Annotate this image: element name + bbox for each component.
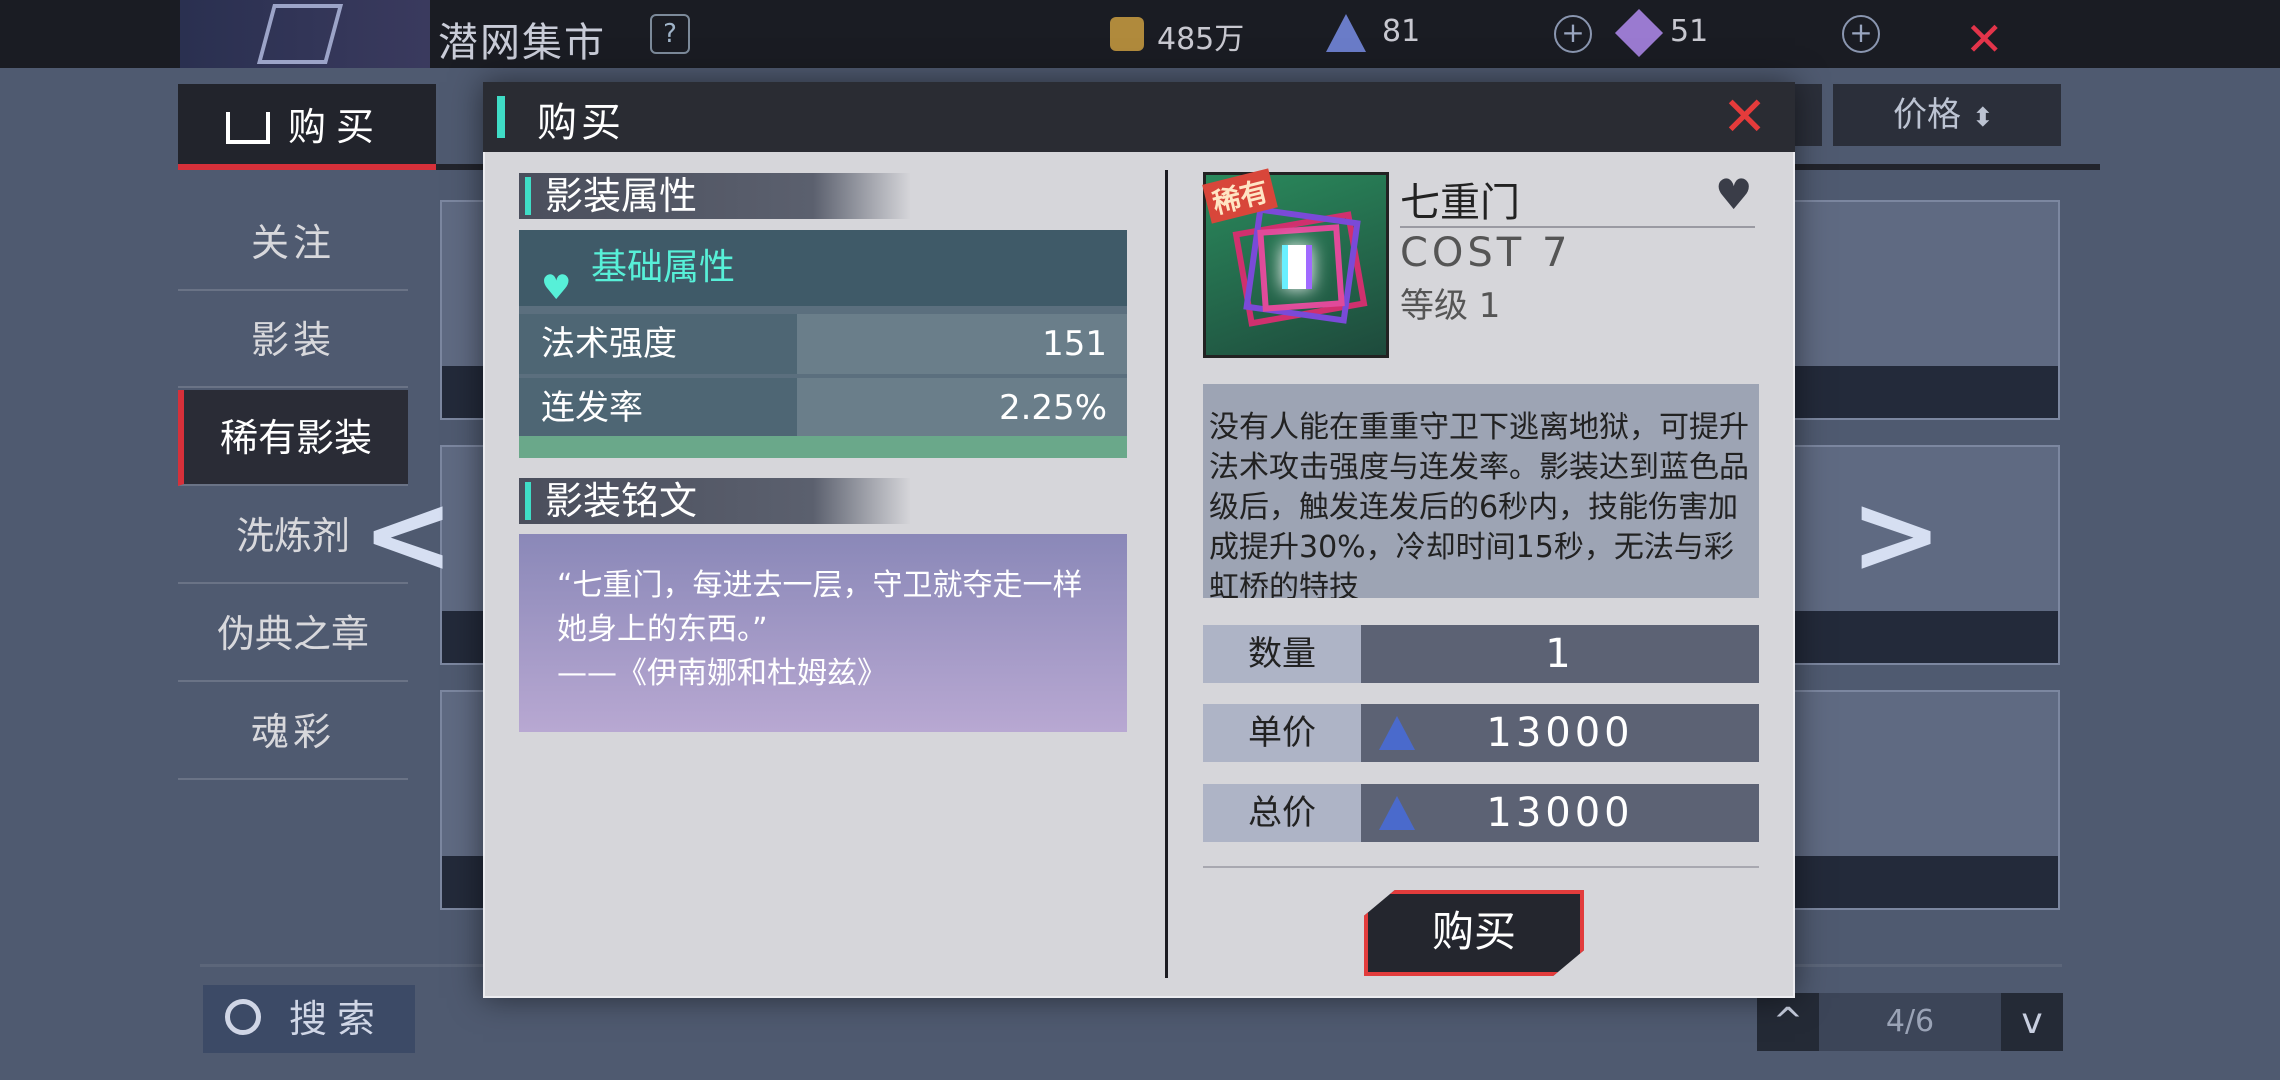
inscription-quote: “七重门，每进去一层，守卫就夺走一样她身上的东西。” xyxy=(557,568,1083,647)
sidebar-item-soul-color[interactable]: 魂彩 xyxy=(178,684,408,780)
attribute-row: 法术强度 151 xyxy=(519,314,1127,374)
section-accent xyxy=(525,482,531,520)
inscription-section-header: 影装铭文 xyxy=(519,478,1009,524)
attribute-row: 连发率 2.25% xyxy=(519,378,1127,438)
price-sort-button[interactable]: 价格 ⬍ xyxy=(1833,84,2061,146)
item-core-glow xyxy=(1282,245,1312,289)
header-accent xyxy=(497,96,505,138)
add-crystal-button[interactable]: + xyxy=(1554,15,1592,53)
search-label: 搜索 xyxy=(289,997,386,1041)
gold-coin-icon xyxy=(1110,17,1144,51)
quantity-field[interactable]: 1 xyxy=(1361,625,1759,683)
item-description[interactable]: 没有人能在重重守卫下逃离地狱，可提升法术攻击强度与连发率。影装达到蓝色品级后，触… xyxy=(1203,384,1759,598)
search-icon xyxy=(225,999,261,1035)
page-down-button[interactable]: v xyxy=(2001,993,2063,1051)
item-name-rule xyxy=(1400,226,1755,228)
unit-price-value: 13000 xyxy=(1361,704,1759,762)
sidebar-item-follow[interactable]: 关注 xyxy=(178,195,408,291)
buy-button[interactable]: 购买 xyxy=(1364,890,1584,976)
dialog-header xyxy=(483,82,1795,152)
item-cost: COST 7 xyxy=(1400,230,1572,276)
tab-buy-label: 购买 xyxy=(288,105,385,149)
attribute-value: 2.25% xyxy=(797,378,1127,438)
search-button[interactable]: 搜索 xyxy=(203,985,415,1053)
item-level: 等级 1 xyxy=(1400,286,1501,326)
help-icon[interactable]: ? xyxy=(650,14,690,54)
attribute-section-title: 影装属性 xyxy=(545,174,698,218)
unit-price-row: 单价 13000 xyxy=(1203,704,1759,762)
crystal-icon xyxy=(1379,716,1415,750)
price-sort-label: 价格 xyxy=(1893,95,1961,135)
unit-price-label: 单价 xyxy=(1203,704,1361,762)
cart-icon xyxy=(226,112,270,144)
next-page-arrow-icon[interactable]: > xyxy=(1850,470,1942,598)
sidebar-item-pseudo-chapter[interactable]: 伪典之章 xyxy=(178,586,408,682)
tab-buy[interactable]: 购买 xyxy=(178,84,436,170)
item-name: 七重门 xyxy=(1400,180,1520,226)
close-dialog-icon[interactable]: ✕ xyxy=(1722,88,1767,146)
page-title: 潜网集市 xyxy=(438,20,606,66)
favorite-heart-icon[interactable]: ♥ xyxy=(1715,170,1753,219)
gem-amount: 51 xyxy=(1670,14,1709,49)
total-price-amount: 13000 xyxy=(1486,790,1634,836)
inscription-quote-box: “七重门，每进去一层，守卫就夺走一样她身上的东西。” ——《伊南娜和杜姆兹》 xyxy=(519,534,1127,732)
crystal-icon xyxy=(1326,14,1366,52)
close-icon[interactable]: ✕ xyxy=(1965,12,2004,66)
section-accent xyxy=(525,177,531,215)
add-gem-button[interactable]: + xyxy=(1842,15,1880,53)
total-price-value: 13000 xyxy=(1361,784,1759,842)
attribute-name: 连发率 xyxy=(519,378,797,438)
basic-attribute-label: 基础属性 xyxy=(591,247,736,288)
sort-icon: ⬍ xyxy=(1971,103,1994,133)
page-indicator: 4/6 xyxy=(1885,1004,1935,1039)
attribute-value: 151 xyxy=(797,314,1127,374)
page-up-button[interactable]: ^ xyxy=(1757,993,1819,1051)
divider xyxy=(1203,866,1759,868)
attribute-name: 法术强度 xyxy=(519,314,797,374)
crystal-amount: 81 xyxy=(1382,14,1421,49)
basic-attribute-title: ♥ 基础属性 xyxy=(519,230,1127,308)
dialog-title: 购买 xyxy=(537,100,625,146)
quantity-row: 数量 1 xyxy=(1203,625,1759,683)
attribute-panel-footer xyxy=(519,436,1127,458)
total-price-row: 总价 13000 xyxy=(1203,784,1759,842)
inscription-source: ——《伊南娜和杜姆兹》 xyxy=(557,656,887,691)
gold-amount: 485万 xyxy=(1157,22,1245,57)
inscription-section-title: 影装铭文 xyxy=(545,479,698,523)
column-divider xyxy=(1165,170,1168,978)
prev-page-arrow-icon[interactable]: < xyxy=(362,470,454,598)
unit-price-amount: 13000 xyxy=(1486,710,1634,756)
quantity-label: 数量 xyxy=(1203,625,1361,683)
crystal-icon xyxy=(1379,796,1415,830)
sidebar-item-shadow-gear[interactable]: 影装 xyxy=(178,292,408,388)
total-price-label: 总价 xyxy=(1203,784,1361,842)
attribute-section-header: 影装属性 xyxy=(519,173,1009,219)
